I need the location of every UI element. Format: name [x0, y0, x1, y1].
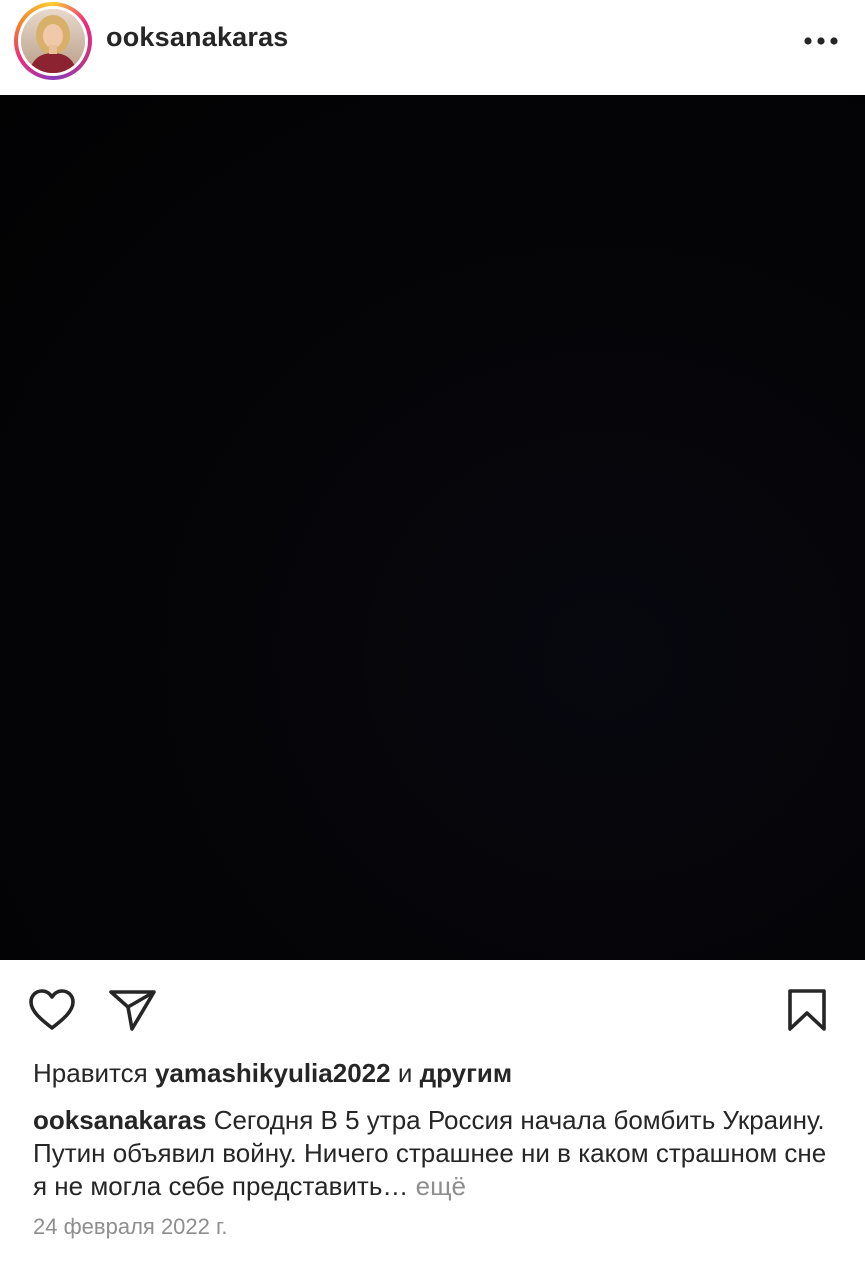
post-caption: ooksanakaras Сегодня В 5 утра Россия нач… [33, 1104, 833, 1203]
post-actions-bar [0, 960, 865, 1058]
heart-icon [29, 989, 75, 1030]
liked-by-others-link[interactable]: другим [420, 1058, 513, 1088]
likes-summary: Нравится yamashikyulia2022 и другим [33, 1058, 512, 1089]
likes-prefix: Нравится [33, 1058, 148, 1088]
post-author-username[interactable]: ooksanakaras [106, 22, 289, 53]
bookmark-icon [788, 989, 826, 1031]
story-ring[interactable] [14, 2, 92, 80]
liked-by-user-link[interactable]: yamashikyulia2022 [155, 1058, 391, 1088]
post-image[interactable] [0, 95, 865, 960]
more-horizontal-icon [804, 37, 838, 45]
caption-username[interactable]: ooksanakaras [33, 1105, 206, 1135]
avatar[interactable] [21, 9, 85, 73]
instagram-post: ooksanakaras Нравится yamashikyulia2022 … [0, 0, 865, 1280]
save-button[interactable] [786, 988, 828, 1032]
caption-more-link[interactable]: ещё [416, 1171, 466, 1201]
more-options-button[interactable] [801, 26, 841, 56]
post-date: 24 февраля 2022 г. [33, 1214, 228, 1239]
post-header: ooksanakaras [0, 0, 865, 95]
like-button[interactable] [28, 988, 76, 1032]
paper-plane-icon [109, 990, 156, 1031]
likes-conjunction: и [397, 1058, 413, 1088]
avatar-photo [21, 9, 85, 73]
share-button[interactable] [108, 988, 158, 1032]
